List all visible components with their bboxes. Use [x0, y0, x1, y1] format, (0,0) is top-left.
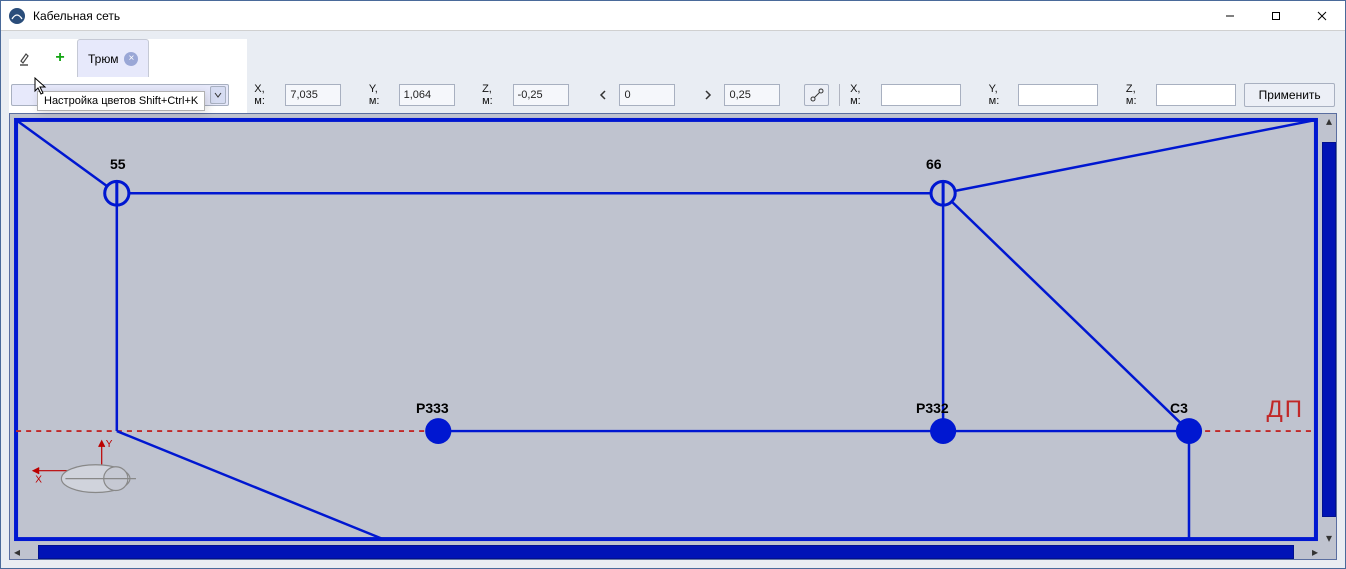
scroll-right-icon[interactable]: ▸ [1308, 545, 1322, 559]
scroll-up-icon[interactable]: ▴ [1322, 114, 1336, 128]
window-title: Кабельная сеть [33, 9, 120, 23]
scroll-down-icon[interactable]: ▾ [1322, 531, 1336, 545]
separator [839, 84, 840, 106]
window-controls [1207, 1, 1345, 31]
add-tab-button[interactable]: + [43, 39, 77, 77]
node-label-p332: Р332 [916, 400, 949, 416]
scroll-left-icon[interactable]: ◂ [10, 545, 24, 559]
x2-input[interactable] [881, 84, 961, 106]
node-label-c3: С3 [1170, 400, 1188, 416]
title-left: Кабельная сеть [1, 8, 120, 24]
apply-button[interactable]: Применить [1244, 83, 1335, 107]
svg-text:X: X [35, 475, 42, 486]
canvas-inner[interactable]: Y X 55 66 Р333 Р332 С3 ДП [10, 114, 1322, 545]
node-label-55: 55 [110, 156, 126, 172]
z-label: Z, м: [482, 83, 504, 107]
cursor-icon [34, 77, 48, 95]
z2-input[interactable] [1156, 84, 1236, 106]
range-hi-input[interactable] [724, 84, 780, 106]
dp-label: ДП [1266, 396, 1304, 424]
canvas[interactable]: Y X 55 66 Р333 Р332 С3 ДП ▴ [9, 113, 1337, 560]
diagram-svg: Y X [10, 114, 1322, 545]
horizontal-scrollbar[interactable]: ◂ ▸ [10, 545, 1322, 559]
z2-label: Z, м: [1126, 83, 1148, 107]
link-tool-button[interactable] [804, 84, 829, 106]
tab-tryum[interactable]: Трюм × [77, 39, 149, 77]
y2-label: Y, м: [989, 83, 1011, 107]
tab-label: Трюм [88, 52, 118, 66]
window: Кабельная сеть + Трюм × [0, 0, 1346, 569]
svg-text:Y: Y [106, 439, 113, 450]
vscroll-track[interactable] [1322, 142, 1336, 517]
maximize-button[interactable] [1253, 1, 1299, 31]
tooltip: Настройка цветов Shift+Ctrl+K [37, 91, 205, 111]
range-next-button[interactable] [699, 84, 716, 106]
vertical-scrollbar[interactable]: ▴ ▾ [1322, 114, 1336, 545]
hscroll-track[interactable] [38, 545, 1294, 559]
y2-input[interactable] [1018, 84, 1098, 106]
titlebar: Кабельная сеть [1, 1, 1345, 31]
x-label: X, м: [254, 83, 277, 107]
content: + Трюм × Настройка цветов Shift+Ctrl+K [9, 39, 1337, 560]
x-input[interactable] [285, 84, 341, 106]
chevron-down-icon [210, 86, 226, 104]
app-icon [9, 8, 25, 24]
y-input[interactable] [399, 84, 455, 106]
color-settings-button[interactable] [9, 39, 43, 77]
close-button[interactable] [1299, 1, 1345, 31]
node-label-66: 66 [926, 156, 942, 172]
x2-label: X, м: [850, 83, 873, 107]
minimize-button[interactable] [1207, 1, 1253, 31]
z-input[interactable] [513, 84, 569, 106]
y-label: Y, м: [369, 83, 391, 107]
range-prev-button[interactable] [594, 84, 611, 106]
node-label-p333: Р333 [416, 400, 449, 416]
range-lo-input[interactable] [619, 84, 675, 106]
tab-close-icon[interactable]: × [124, 52, 138, 66]
